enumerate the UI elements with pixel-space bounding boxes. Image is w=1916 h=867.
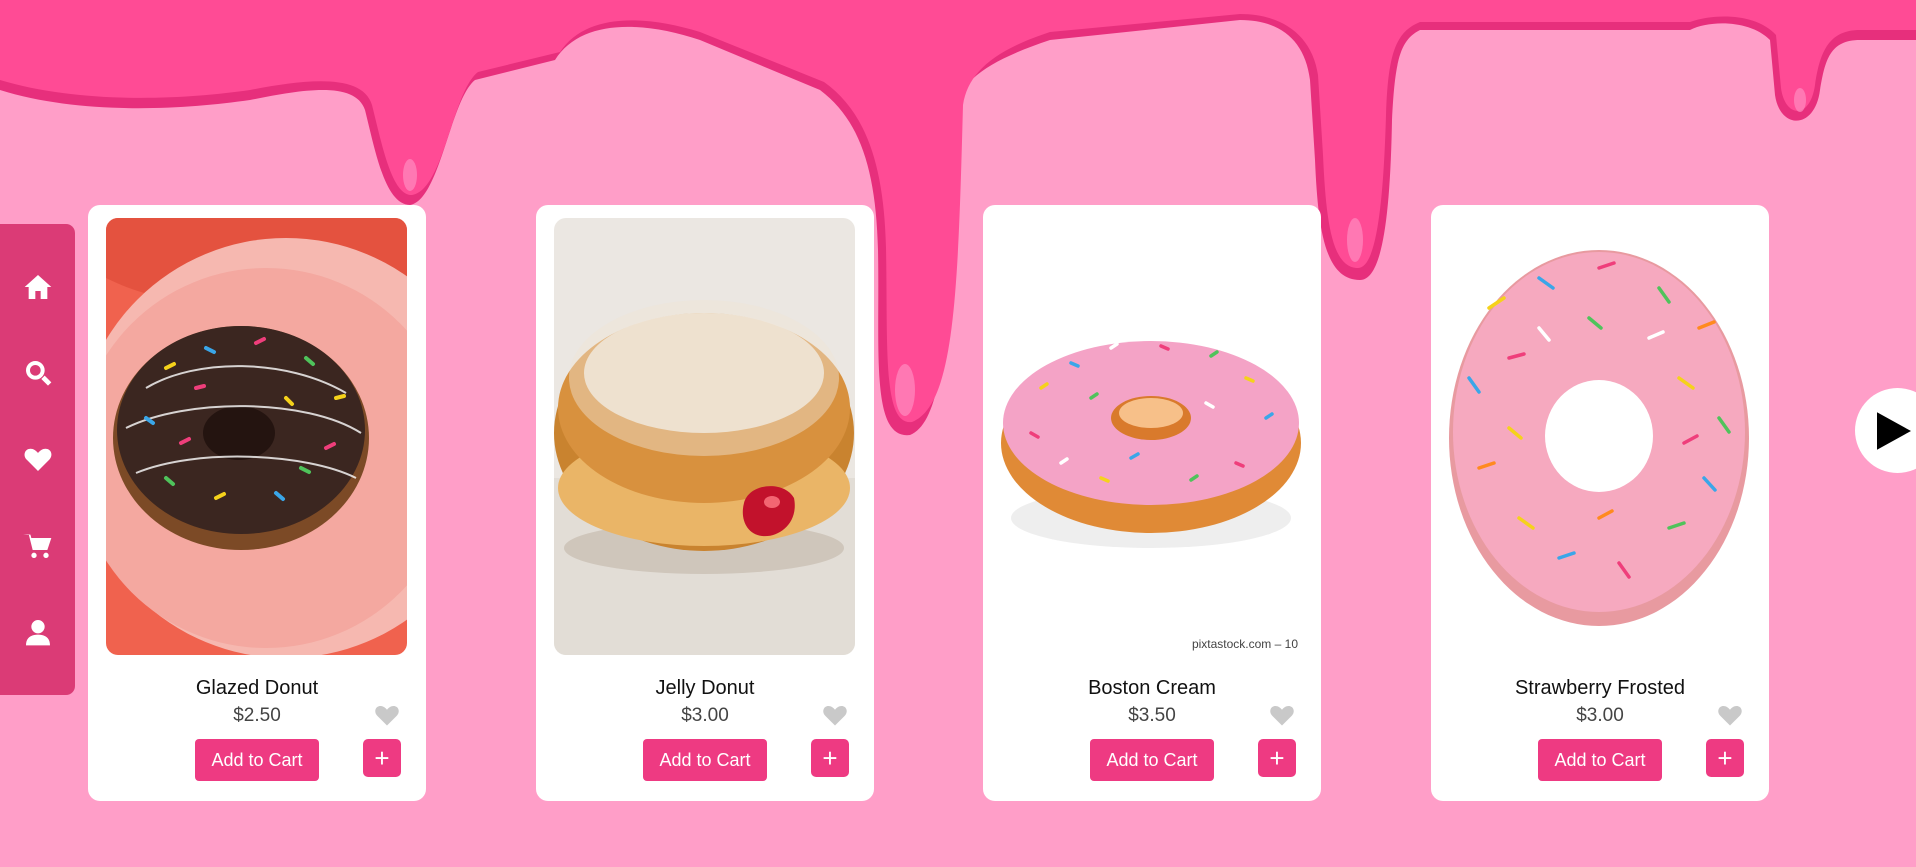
increase-quantity-button[interactable]: + xyxy=(1258,739,1296,777)
heart-icon xyxy=(24,449,51,472)
increase-quantity-button[interactable]: + xyxy=(811,739,849,777)
sidebar-item-profile[interactable] xyxy=(16,610,60,654)
user-icon xyxy=(25,619,50,646)
heart-icon xyxy=(1718,706,1742,726)
product-name: Jelly Donut xyxy=(655,677,755,699)
favorite-button[interactable] xyxy=(1268,701,1296,729)
add-to-cart-button[interactable]: Add to Cart xyxy=(1538,739,1662,781)
increase-quantity-button[interactable]: + xyxy=(1706,739,1744,777)
product-name: Glazed Donut xyxy=(195,677,319,699)
product-card-jelly-donut: Jelly Donut $3.00 Add to Cart + xyxy=(536,205,874,801)
heart-icon xyxy=(375,706,399,726)
image-watermark: pixtastock.com – 10 xyxy=(1191,637,1298,651)
product-image xyxy=(106,218,407,655)
favorite-button[interactable] xyxy=(821,701,849,729)
sidebar-item-cart[interactable] xyxy=(16,524,60,568)
product-name: Strawberry Frosted xyxy=(1514,677,1686,699)
favorite-button[interactable] xyxy=(1716,701,1744,729)
play-right-icon xyxy=(1877,411,1911,450)
product-name: Boston Cream xyxy=(1088,677,1216,699)
cart-icon xyxy=(22,533,51,558)
add-to-cart-button[interactable]: Add to Cart xyxy=(195,739,319,781)
sidebar-item-home[interactable] xyxy=(16,265,60,309)
search-icon xyxy=(25,361,51,386)
sidebar-item-search[interactable] xyxy=(16,351,60,395)
home-icon xyxy=(24,275,51,300)
sidebar-item-favorites[interactable] xyxy=(16,437,60,481)
product-card-boston-cream: pixtastock.com – 10 Boston Cream $3.50 A… xyxy=(983,205,1321,801)
product-card-strawberry-frosted: Strawberry Frosted $3.00 Add to Cart + xyxy=(1431,205,1769,801)
add-to-cart-button[interactable]: Add to Cart xyxy=(1090,739,1214,781)
heart-icon xyxy=(823,706,847,726)
heart-icon xyxy=(1270,706,1294,726)
add-to-cart-button[interactable]: Add to Cart xyxy=(643,739,767,781)
product-image: pixtastock.com – 10 xyxy=(1001,218,1302,655)
product-image xyxy=(554,218,855,655)
product-image xyxy=(1449,218,1750,655)
sidebar-nav xyxy=(0,224,75,695)
favorite-button[interactable] xyxy=(373,701,401,729)
increase-quantity-button[interactable]: + xyxy=(363,739,401,777)
product-card-glazed-donut: Glazed Donut $2.50 Add to Cart + xyxy=(88,205,426,801)
